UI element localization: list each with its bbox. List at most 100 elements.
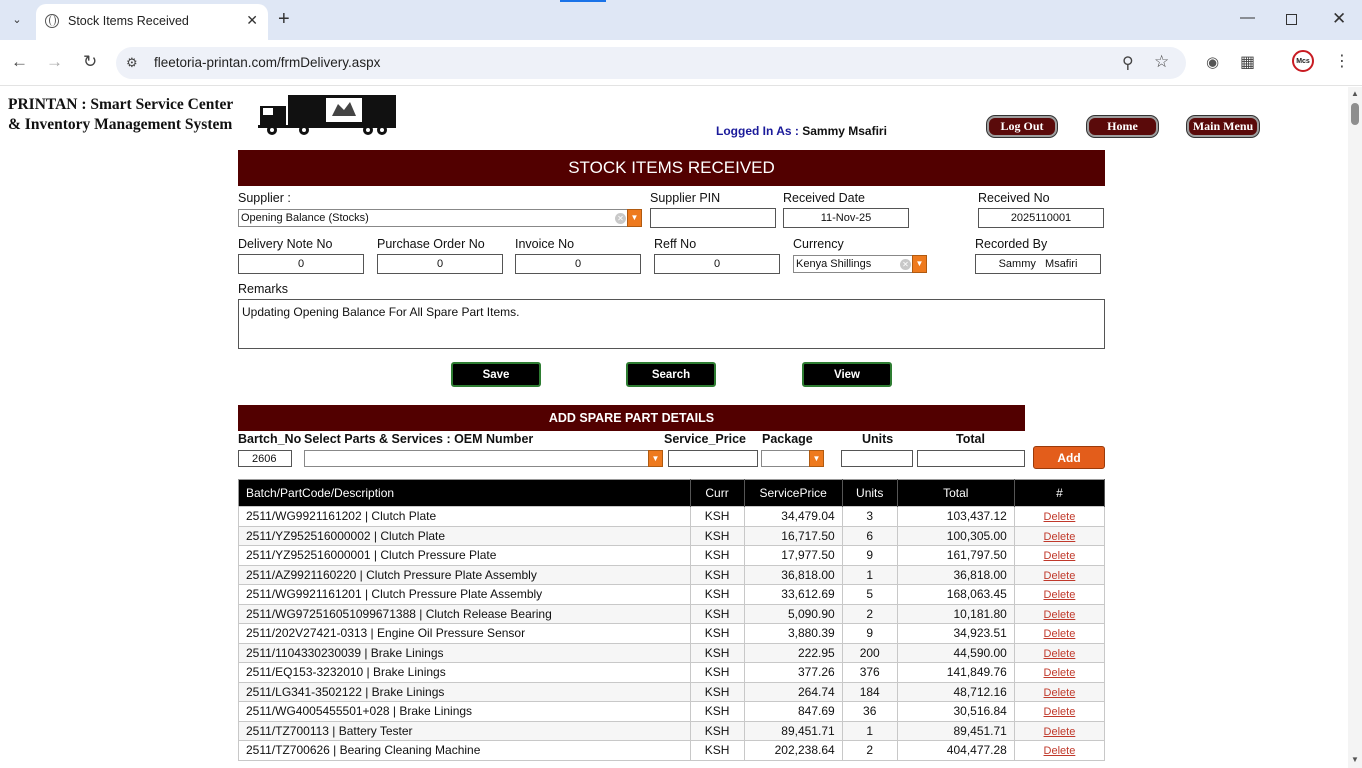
purchase-order-input[interactable]: 0 xyxy=(377,254,503,274)
main-menu-button[interactable]: Main Menu xyxy=(1187,116,1259,137)
recorded-by-input[interactable]: Sammy Msafiri xyxy=(975,254,1101,274)
remarks-textarea[interactable]: Updating Opening Balance For All Spare P… xyxy=(238,299,1105,349)
received-date-input[interactable]: 11-Nov-25 xyxy=(783,208,909,228)
search-button[interactable]: Search xyxy=(626,362,716,387)
site-info-icon[interactable]: ⚙ xyxy=(126,55,138,71)
minimize-icon[interactable]: — xyxy=(1240,9,1255,26)
browser-tab-active[interactable]: Stock Items Received ✕ xyxy=(36,4,268,40)
units-input[interactable] xyxy=(841,450,913,467)
tab-close-icon[interactable]: ✕ xyxy=(246,12,258,29)
batch-no-label: Bartch_No xyxy=(238,432,302,446)
delete-link[interactable]: Delete xyxy=(1044,687,1076,699)
supplier-value: Opening Balance (Stocks) xyxy=(241,212,369,224)
delete-link[interactable]: Delete xyxy=(1044,648,1076,660)
cell-currency: KSH xyxy=(689,701,745,722)
profile-avatar[interactable]: Mcs xyxy=(1292,50,1314,72)
reload-icon[interactable]: ↻ xyxy=(83,52,97,72)
cell-service-price: 377.26 xyxy=(743,662,843,683)
cell-total: 36,818.00 xyxy=(896,564,1015,585)
cell-description: 2511/TZ700626 | Bearing Cleaning Machine xyxy=(238,740,691,761)
home-button[interactable]: Home xyxy=(1087,116,1158,137)
back-arrow-icon[interactable]: ← xyxy=(11,52,28,72)
delete-link[interactable]: Delete xyxy=(1044,667,1076,679)
cell-service-price: 16,717.50 xyxy=(743,525,843,546)
delete-link[interactable]: Delete xyxy=(1044,589,1076,601)
cell-service-price: 202,238.64 xyxy=(743,740,843,761)
bookmark-star-icon[interactable]: ☆ xyxy=(1154,52,1169,72)
cell-service-price: 34,479.04 xyxy=(743,506,843,527)
table-row: 2511/AZ9921160220 | Clutch Pressure Plat… xyxy=(238,564,1106,585)
browser-tab-bar: ⌄ Stock Items Received ✕ + — ✕ xyxy=(0,0,1362,40)
supplier-dropdown-arrow-icon[interactable]: ▼ xyxy=(627,209,642,227)
browser-menu-icon[interactable]: ⋮ xyxy=(1334,51,1350,71)
batch-no-input[interactable]: 2606 xyxy=(238,450,292,467)
logout-button[interactable]: Log Out xyxy=(987,116,1057,137)
delete-link[interactable]: Delete xyxy=(1044,745,1076,757)
delete-link[interactable]: Delete xyxy=(1044,609,1076,621)
scroll-thumb[interactable] xyxy=(1351,103,1359,125)
package-dropdown-arrow-icon[interactable]: ▼ xyxy=(809,450,824,467)
cell-currency: KSH xyxy=(689,642,745,663)
cell-action: Delete xyxy=(1013,681,1106,702)
maximize-icon[interactable] xyxy=(1286,14,1297,25)
currency-select[interactable]: Kenya Shillings ✕ ▼ xyxy=(793,255,927,273)
delete-link[interactable]: Delete xyxy=(1044,531,1076,543)
cell-description: 2511/YZ952516000001 | Clutch Pressure Pl… xyxy=(238,545,691,566)
cell-currency: KSH xyxy=(689,681,745,702)
cell-service-price: 847.69 xyxy=(743,701,843,722)
save-button[interactable]: Save xyxy=(451,362,541,387)
url-text[interactable]: fleetoria-printan.com/frmDelivery.aspx xyxy=(154,55,380,70)
delete-link[interactable]: Delete xyxy=(1044,706,1076,718)
new-tab-plus-icon[interactable]: + xyxy=(278,9,290,29)
tab-search-chevron-icon[interactable]: ⌄ xyxy=(6,8,28,30)
address-bar[interactable]: ⚙ fleetoria-printan.com/frmDelivery.aspx… xyxy=(116,47,1186,79)
window-close-icon[interactable]: ✕ xyxy=(1332,9,1346,29)
page-content: PRINTAN : Smart Service Center & Invento… xyxy=(0,87,1348,768)
parts-dropdown-arrow-icon[interactable]: ▼ xyxy=(648,450,663,467)
delete-link[interactable]: Delete xyxy=(1044,550,1076,562)
cell-action: Delete xyxy=(1013,506,1106,527)
delete-link[interactable]: Delete xyxy=(1044,628,1076,640)
invoice-no-input[interactable]: 0 xyxy=(515,254,641,274)
delete-link[interactable]: Delete xyxy=(1044,511,1076,523)
tab-title: Stock Items Received xyxy=(68,14,189,28)
cell-description: 2511/TZ700113 | Battery Tester xyxy=(238,720,691,741)
total-input[interactable] xyxy=(917,450,1025,467)
add-button[interactable]: Add xyxy=(1033,446,1105,469)
col-header-total: Total xyxy=(897,479,1015,507)
reff-no-label: Reff No xyxy=(654,237,697,251)
extension-icon[interactable]: ◉ xyxy=(1206,53,1219,71)
scroll-down-arrow-icon[interactable]: ▼ xyxy=(1351,755,1359,764)
col-header-service-price: ServicePrice xyxy=(744,479,843,507)
cell-service-price: 5,090.90 xyxy=(743,603,843,624)
supplier-select[interactable]: Opening Balance (Stocks) ✕ ▼ xyxy=(238,209,642,227)
cell-currency: KSH xyxy=(689,506,745,527)
view-button[interactable]: View xyxy=(802,362,892,387)
forward-arrow-icon[interactable]: → xyxy=(46,52,63,72)
parts-select[interactable]: ▼ xyxy=(304,450,663,467)
cell-action: Delete xyxy=(1013,603,1106,624)
delete-link[interactable]: Delete xyxy=(1044,726,1076,738)
currency-dropdown-arrow-icon[interactable]: ▼ xyxy=(912,255,927,273)
brand-title: PRINTAN : Smart Service Center & Invento… xyxy=(8,95,233,135)
cell-total: 30,516.84 xyxy=(896,701,1015,722)
page-scrollbar[interactable]: ▲ ▼ xyxy=(1348,87,1362,768)
extensions-puzzle-icon[interactable]: ▦ xyxy=(1240,52,1255,72)
delivery-note-input[interactable]: 0 xyxy=(238,254,364,274)
scroll-up-arrow-icon[interactable]: ▲ xyxy=(1351,89,1359,98)
total-label: Total xyxy=(956,432,985,446)
table-row: 2511/WG972516051099671388 | Clutch Relea… xyxy=(238,603,1106,624)
package-select[interactable]: ▼ xyxy=(761,450,824,467)
remarks-label: Remarks xyxy=(238,282,289,296)
supplier-clear-icon[interactable]: ✕ xyxy=(615,213,626,224)
logged-in-user: Sammy Msafiri xyxy=(802,124,887,138)
delete-link[interactable]: Delete xyxy=(1044,570,1076,582)
supplier-pin-input[interactable] xyxy=(650,208,776,228)
package-label: Package xyxy=(762,432,813,446)
currency-clear-icon[interactable]: ✕ xyxy=(900,259,911,270)
browser-toolbar: ← → ↻ ⚙ fleetoria-printan.com/frmDeliver… xyxy=(0,40,1362,86)
received-no-input[interactable]: 2025110001 xyxy=(978,208,1104,228)
zoom-icon[interactable]: ⚲ xyxy=(1122,53,1134,73)
reff-no-input[interactable]: 0 xyxy=(654,254,780,274)
service-price-input[interactable] xyxy=(668,450,758,467)
